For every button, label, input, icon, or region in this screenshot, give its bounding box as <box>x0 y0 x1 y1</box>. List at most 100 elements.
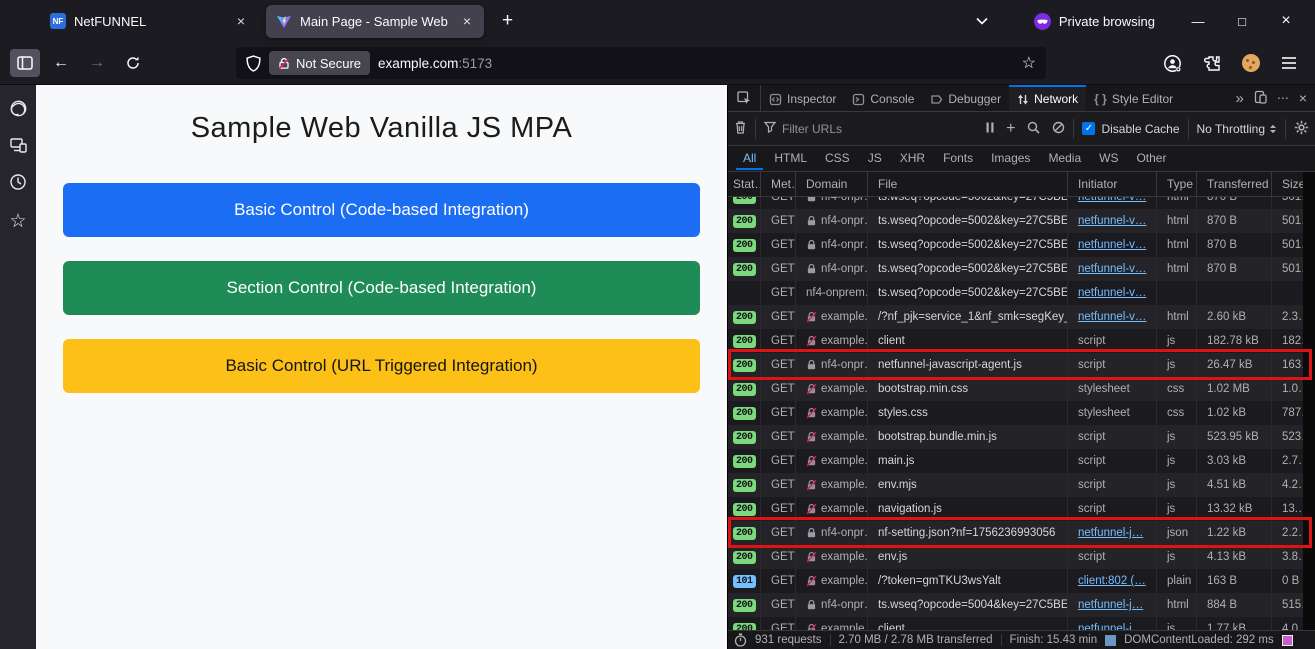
sidebar-toggle-button[interactable] <box>10 49 40 77</box>
column-header-domain[interactable]: Domain <box>796 172 868 196</box>
initiator-link[interactable]: client:802 (… <box>1078 575 1146 587</box>
bookmark-star-icon[interactable]: ☆ <box>1022 53 1036 73</box>
initiator-link[interactable]: netfunnel-v… <box>1078 287 1146 299</box>
initiator-link[interactable]: script <box>1078 335 1105 347</box>
initiator-link[interactable]: script <box>1078 431 1105 443</box>
har-plus-icon[interactable]: + <box>1006 120 1015 138</box>
network-request-row[interactable]: 200 GET example.… /?nf_pjk=service_1&nf_… <box>728 305 1315 329</box>
browser-tab-sample-web[interactable]: Main Page - Sample Web × <box>266 4 484 38</box>
filter-urls-box[interactable] <box>763 121 978 136</box>
bookmarks-star-icon[interactable]: ☆ <box>9 210 26 233</box>
maximize-button[interactable]: □ <box>1223 6 1261 36</box>
tab-close-icon[interactable]: × <box>460 13 474 29</box>
initiator-link[interactable]: netfunnel-v… <box>1078 239 1146 251</box>
forward-button[interactable]: → <box>82 49 112 77</box>
initiator-link[interactable]: stylesheet <box>1078 407 1130 419</box>
more-tabs-chevron-icon[interactable]: » <box>1235 90 1243 107</box>
devtools-close-icon[interactable]: × <box>1299 90 1307 106</box>
filter-tab-css[interactable]: CSS <box>818 147 857 170</box>
initiator-link[interactable]: netfunnel-j… <box>1078 623 1143 630</box>
column-header-method[interactable]: Met… <box>761 172 796 196</box>
column-header-initiator[interactable]: Initiator <box>1068 172 1157 196</box>
tab-inspector[interactable]: Inspector <box>761 85 844 111</box>
network-settings-gear-icon[interactable] <box>1294 120 1309 138</box>
filter-tab-fonts[interactable]: Fonts <box>936 147 980 170</box>
network-request-row[interactable]: 200 GET example.… bootstrap.bundle.min.j… <box>728 425 1315 449</box>
page-action-button-2[interactable]: Basic Control (URL Triggered Integration… <box>63 339 700 393</box>
network-request-row[interactable]: 200 GET nf4-onpr… ts.wseq?opcode=5002&ke… <box>728 257 1315 281</box>
page-action-button-0[interactable]: Basic Control (Code-based Integration) <box>63 183 700 237</box>
filter-tab-other[interactable]: Other <box>1129 147 1173 170</box>
pick-element-icon[interactable] <box>728 85 761 111</box>
filter-tab-images[interactable]: Images <box>984 147 1037 170</box>
initiator-link[interactable]: netfunnel-v… <box>1078 215 1146 227</box>
initiator-link[interactable]: netfunnel-j… <box>1078 527 1143 539</box>
throttling-dropdown[interactable]: No Throttling <box>1197 122 1277 136</box>
block-icon[interactable] <box>1052 121 1065 137</box>
tab-style-editor[interactable]: { } Style Editor <box>1086 85 1181 111</box>
tab-close-icon[interactable]: × <box>234 13 248 29</box>
initiator-link[interactable]: script <box>1078 455 1105 467</box>
ai-chatbot-icon[interactable] <box>9 99 28 118</box>
filter-tab-xhr[interactable]: XHR <box>893 147 932 170</box>
menu-hamburger-icon[interactable] <box>1281 56 1297 70</box>
initiator-link[interactable]: netfunnel-v… <box>1078 197 1146 203</box>
network-request-row[interactable]: 200 GET example.… env.js script js 4.13 … <box>728 545 1315 569</box>
initiator-link[interactable]: script <box>1078 551 1105 563</box>
history-clock-icon[interactable] <box>9 173 27 191</box>
clear-requests-trash-icon[interactable] <box>734 120 747 137</box>
network-request-row[interactable]: 200 GET nf4-onpr… ts.wseq?opcode=5002&ke… <box>728 209 1315 233</box>
column-header-file[interactable]: File <box>868 172 1068 196</box>
not-secure-badge[interactable]: Not Secure <box>269 51 371 75</box>
network-request-row[interactable]: 200 GET example.… client script js 182.7… <box>728 329 1315 353</box>
network-request-row[interactable]: 200 GET nf4-onpr… nf-setting.json?nf=175… <box>728 521 1315 545</box>
column-header-transferred[interactable]: Transferred <box>1197 172 1272 196</box>
initiator-link[interactable]: script <box>1078 479 1105 491</box>
synced-tabs-icon[interactable] <box>9 137 28 154</box>
tab-network[interactable]: Network <box>1009 85 1087 111</box>
tab-debugger[interactable]: Debugger <box>922 85 1009 111</box>
filter-tab-media[interactable]: Media <box>1041 147 1088 170</box>
vertical-scrollbar[interactable] <box>1303 172 1315 630</box>
disable-cache-checkbox[interactable]: ✓ Disable Cache <box>1082 122 1180 136</box>
initiator-link[interactable]: script <box>1078 503 1105 515</box>
page-action-button-1[interactable]: Section Control (Code-based Integration) <box>63 261 700 315</box>
initiator-link[interactable]: netfunnel-v… <box>1078 311 1146 323</box>
network-request-row[interactable]: 200 GET nf4-onpr… ts.wseq?opcode=5002&ke… <box>728 233 1315 257</box>
initiator-link[interactable]: netfunnel-j… <box>1078 599 1143 611</box>
network-request-row[interactable]: 200 GET example.… client netfunnel-j… js… <box>728 617 1315 630</box>
filter-tab-html[interactable]: HTML <box>767 147 814 170</box>
network-request-row[interactable]: 200 GET example.… main.js script js 3.03… <box>728 449 1315 473</box>
minimize-button[interactable]: — <box>1179 6 1217 36</box>
account-icon[interactable] <box>1163 54 1182 73</box>
network-request-row[interactable]: 200 GET example.… styles.css stylesheet … <box>728 401 1315 425</box>
filter-urls-input[interactable] <box>782 121 932 136</box>
initiator-link[interactable]: netfunnel-v… <box>1078 263 1146 275</box>
url-bar[interactable]: Not Secure example.com:5173 ☆ <box>236 47 1046 79</box>
network-request-row[interactable]: 200 GET nf4-onpr… netfunnel-javascript-a… <box>728 353 1315 377</box>
browser-tab-netfunnel[interactable]: NF NetFUNNEL × <box>40 5 258 38</box>
responsive-design-icon[interactable] <box>1254 90 1267 107</box>
initiator-link[interactable]: script <box>1078 359 1105 371</box>
column-header-status[interactable]: Stat… <box>728 172 761 196</box>
network-request-row[interactable]: 200 GET example.… navigation.js script j… <box>728 497 1315 521</box>
filter-tab-all[interactable]: All <box>736 147 764 170</box>
search-icon[interactable] <box>1027 121 1041 137</box>
cookie-extension-icon[interactable] <box>1242 54 1260 72</box>
filter-tab-js[interactable]: JS <box>861 147 889 170</box>
column-header-size[interactable]: Size <box>1272 172 1304 196</box>
window-close-button[interactable]: × <box>1267 6 1305 36</box>
devtools-menu-icon[interactable]: ⋯ <box>1277 91 1289 105</box>
list-all-tabs-chevron-icon[interactable] <box>976 12 988 30</box>
new-tab-button[interactable]: + <box>492 10 523 32</box>
network-request-row[interactable]: 200 GET nf4-onpr… ts.wseq?opcode=5002&ke… <box>728 197 1315 209</box>
network-request-row[interactable]: 200 GET example.… bootstrap.min.css styl… <box>728 377 1315 401</box>
column-header-type[interactable]: Type <box>1157 172 1197 196</box>
network-request-row[interactable]: 200 GET nf4-onpr… ts.wseq?opcode=5004&ke… <box>728 593 1315 617</box>
initiator-link[interactable]: stylesheet <box>1078 383 1130 395</box>
back-button[interactable]: ← <box>46 49 76 77</box>
network-request-row[interactable]: 200 GET example.… env.mjs script js 4.51… <box>728 473 1315 497</box>
pause-icon[interactable] <box>986 122 994 136</box>
tab-console[interactable]: Console <box>844 85 922 111</box>
network-request-row[interactable]: 101 GET example.… /?token=gmTKU3wsYalt c… <box>728 569 1315 593</box>
